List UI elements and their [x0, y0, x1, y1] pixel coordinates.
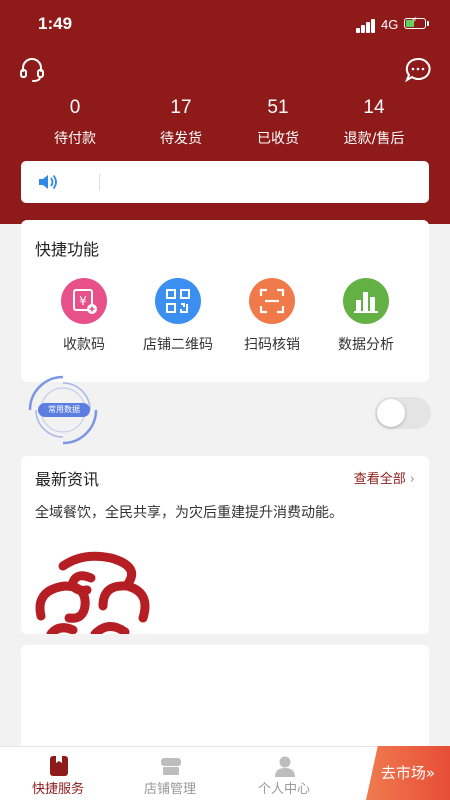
quick-item-label: 店铺二维码: [143, 337, 213, 353]
bookmark-icon: [48, 755, 70, 777]
status-time: 1:49: [38, 14, 73, 33]
stat-label: 待发货: [160, 131, 202, 147]
section-title: 最新资讯: [35, 470, 100, 489]
tab-label: 快捷服务: [31, 782, 84, 797]
view-all-label: 查看全部: [353, 472, 406, 487]
news-text[interactable]: 全域餐饮，全民共享，为灾后重建提升消费动能。: [35, 502, 343, 522]
go-market-button[interactable]: 去市场»: [366, 746, 450, 800]
tab-personal-center[interactable]: 个人中心: [226, 747, 342, 801]
signal-icon: [356, 19, 378, 33]
payment-code-icon: ¥: [61, 278, 107, 324]
quick-item-scan-verify[interactable]: 扫码核销: [221, 278, 323, 354]
tab-shop-management[interactable]: 店铺管理: [112, 747, 228, 801]
quick-item-shop-qr[interactable]: 店铺二维码: [127, 278, 229, 354]
stat-value: 14: [363, 97, 385, 118]
notice-divider: [99, 174, 100, 190]
tab-label: 店铺管理: [143, 782, 196, 797]
battery-tip: [427, 21, 429, 26]
order-stats: 0 待付款 17 待发货 51 已收货 14 退款/售后: [0, 96, 450, 156]
speaker-icon: [37, 173, 59, 191]
view-all-link[interactable]: 查看全部 ›: [354, 468, 415, 487]
quick-functions-card: 快捷功能 ¥ 收款码 店铺二维码 扫码核销 数据分析: [21, 220, 429, 382]
chevron-right-icon: ›: [409, 472, 415, 487]
stat-value: 17: [170, 97, 192, 118]
quick-item-data-analysis[interactable]: 数据分析: [315, 278, 417, 354]
section-title: 快捷功能: [35, 240, 100, 259]
message-icon[interactable]: [404, 56, 432, 84]
customer-service-icon[interactable]: [18, 56, 46, 84]
quick-item-label: 收款码: [63, 337, 105, 353]
news-card: 最新资讯 查看全部 › 全域餐饮，全民共享，为灾后重建提升消费动能。: [21, 456, 429, 634]
tab-label: 个人中心: [257, 782, 310, 797]
toggle-knob: [377, 399, 405, 427]
svg-text:¥: ¥: [79, 294, 87, 308]
stat-label: 退款/售后: [343, 131, 405, 147]
quick-item-label: 扫码核销: [244, 337, 300, 353]
stat-pending-payment[interactable]: 0 待付款: [19, 96, 131, 148]
qr-code-icon: [155, 278, 201, 324]
tab-quick-service[interactable]: 快捷服务: [0, 747, 116, 801]
network-type: 4G: [381, 17, 399, 32]
scan-icon: [249, 278, 295, 324]
status-bar: 1:49 4G ⚡: [0, 0, 450, 50]
stat-pending-shipment[interactable]: 17 待发货: [125, 96, 237, 148]
quick-item-payment-code[interactable]: ¥ 收款码: [33, 278, 135, 354]
quick-item-label: 数据分析: [338, 337, 394, 353]
toggle-switch[interactable]: [375, 397, 431, 429]
stat-label: 待付款: [54, 131, 96, 147]
notice-bar[interactable]: [21, 161, 429, 203]
user-icon: [274, 755, 296, 777]
common-data-label: 常用数据: [38, 403, 90, 417]
bar-chart-icon: [343, 278, 389, 324]
battery-icon: ⚡: [404, 16, 426, 29]
common-data-float-button[interactable]: 常用数据: [24, 372, 102, 448]
stat-value: 0: [69, 97, 81, 118]
shop-icon: [160, 755, 182, 777]
stat-refund[interactable]: 14 退款/售后: [318, 96, 430, 148]
cloud-pattern-logo[interactable]: [33, 544, 155, 634]
